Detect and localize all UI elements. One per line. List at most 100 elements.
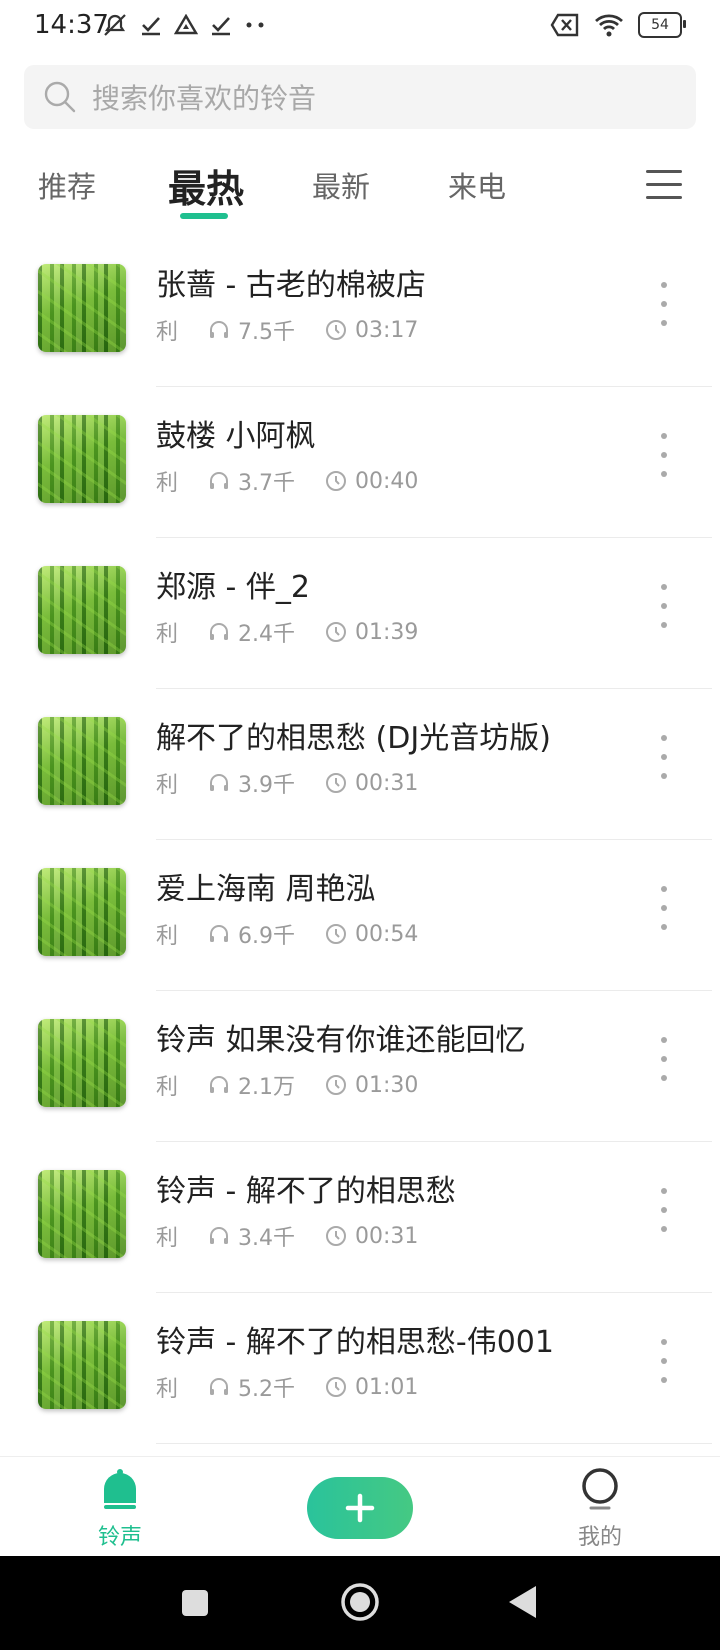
ringtone-tag: 利 xyxy=(156,1377,179,1402)
nav-mine[interactable]: 我的 xyxy=(550,1467,650,1551)
duration: 01:30 xyxy=(325,1073,418,1098)
ringtone-title: 铃声 - 解不了的相思愁 xyxy=(156,1174,456,1209)
duration-value: 00:40 xyxy=(355,468,419,494)
ringtone-tag: 利 xyxy=(156,1226,179,1251)
ringtone-cover xyxy=(38,1170,126,1258)
more-vertical-icon[interactable] xyxy=(658,886,670,930)
ringtone-cover xyxy=(38,1321,126,1409)
ringtone-title: 张蔷 - 古老的棉被店 xyxy=(156,268,426,303)
tab-newest[interactable]: 最新 xyxy=(312,164,370,206)
play-count: 2.1万 xyxy=(208,1069,295,1101)
ringtone-cover xyxy=(38,868,126,956)
ringtone-meta: 利 5.2千 01:01 xyxy=(156,1371,418,1403)
ringtone-item[interactable]: 解不了的相思愁 (DJ光音坊版) 利 3.9千 00:31 xyxy=(0,689,720,840)
ringtone-cover xyxy=(38,566,126,654)
clock-icon xyxy=(326,1226,347,1246)
headphones-icon xyxy=(210,1378,229,1395)
headphones-icon xyxy=(210,321,229,338)
ringtone-list: 张蔷 - 古老的棉被店利 7.5千 03:17 鼓楼 小阿枫利 3.7千 00:40 郑源 … xyxy=(0,236,720,1444)
more-vertical-icon[interactable] xyxy=(658,584,670,628)
clock-icon xyxy=(326,1377,347,1397)
ringtone-meta: 利 2.1万 01:30 xyxy=(156,1069,418,1101)
headphones-icon xyxy=(210,1076,229,1093)
ringtone-meta: 利 3.9千 00:31 xyxy=(156,767,418,799)
sim-off-icon xyxy=(550,13,579,37)
play-count: 7.5千 xyxy=(208,314,295,346)
ringtone-title: 郑源 - 伴_2 xyxy=(156,570,310,605)
play-count: 6.9千 xyxy=(208,918,295,950)
ringtone-item[interactable]: 铃声 - 解不了的相思愁利 3.4千 00:31 xyxy=(0,1142,720,1293)
drive-icon xyxy=(174,14,198,35)
duration: 01:01 xyxy=(325,1375,418,1400)
more-vertical-icon[interactable] xyxy=(658,282,670,326)
plus-icon xyxy=(345,1493,375,1523)
more-vertical-icon[interactable] xyxy=(658,1188,670,1232)
tab-incoming-call[interactable]: 来电 xyxy=(448,164,506,206)
ringtone-title: 铃声 如果没有你谁还能回忆 xyxy=(156,1023,526,1058)
bell-icon xyxy=(104,1469,136,1509)
ringtone-item[interactable]: 鼓楼 小阿枫利 3.7千 00:40 xyxy=(0,387,720,538)
nav-ringtone[interactable]: 铃声 xyxy=(70,1467,170,1551)
search-input[interactable]: 搜索你喜欢的铃音 xyxy=(24,65,696,129)
ringtone-cover xyxy=(38,415,126,503)
back-icon[interactable] xyxy=(506,1584,538,1620)
nav-mine-label: 我的 xyxy=(577,1525,622,1550)
more-vertical-icon[interactable] xyxy=(658,1339,670,1383)
home-icon[interactable] xyxy=(340,1582,380,1622)
ringtone-cover xyxy=(38,264,126,352)
ringtone-title: 鼓楼 小阿枫 xyxy=(156,419,316,454)
more-vertical-icon[interactable] xyxy=(658,433,670,477)
play-count: 3.4千 xyxy=(208,1220,295,1252)
wifi-icon xyxy=(595,14,623,37)
ringtone-meta: 利 2.4千 01:39 xyxy=(156,616,418,648)
category-tabs: 推荐 最热 最新 来电 xyxy=(0,150,720,230)
download-done-icon-2 xyxy=(212,17,230,36)
tab-recommended[interactable]: 推荐 xyxy=(38,164,96,206)
clock-icon xyxy=(326,773,347,793)
nav-ringtone-label: 铃声 xyxy=(97,1525,142,1550)
clock-icon xyxy=(326,471,347,491)
ringtone-item[interactable]: 铃声 如果没有你谁还能回忆利 2.1万 01:30 xyxy=(0,991,720,1142)
duration: 03:17 xyxy=(325,318,418,343)
ringtone-tag: 利 xyxy=(156,471,179,496)
battery-icon: 54 xyxy=(638,12,686,38)
play-count-value: 3.7千 xyxy=(238,471,296,496)
active-tab-indicator xyxy=(180,213,228,219)
duration-value: 01:01 xyxy=(355,1374,419,1400)
duration: 00:40 xyxy=(325,469,418,494)
clock-icon xyxy=(326,924,347,944)
clock-icon xyxy=(326,1075,347,1095)
ringtone-cover xyxy=(38,1019,126,1107)
play-count-value: 7.5千 xyxy=(238,320,296,345)
bottom-nav: 铃声 我的 xyxy=(0,1456,720,1557)
ringtone-tag: 利 xyxy=(156,924,179,949)
duration: 00:31 xyxy=(325,1224,418,1249)
duration-value: 01:39 xyxy=(355,619,419,645)
ringtone-item[interactable]: 爱上海南 周艳泓利 6.9千 00:54 xyxy=(0,840,720,991)
menu-icon[interactable] xyxy=(646,170,682,202)
recent-apps-icon[interactable] xyxy=(180,1588,210,1618)
ringtone-item[interactable]: 郑源 - 伴_2 利 2.4千 01:39 xyxy=(0,538,720,689)
clock-icon xyxy=(326,622,347,642)
download-done-icon xyxy=(142,17,160,36)
ringtone-tag: 利 xyxy=(156,622,179,647)
ringtone-item[interactable]: 铃声 - 解不了的相思愁-伟001 利 5.2千 01:01 xyxy=(0,1293,720,1444)
ringtone-meta: 利 6.9千 00:54 xyxy=(156,918,418,950)
search-icon xyxy=(44,81,76,113)
battery-level: 54 xyxy=(651,17,669,33)
notification-icons xyxy=(102,12,266,38)
duration-value: 01:30 xyxy=(355,1072,419,1098)
play-count-value: 2.1万 xyxy=(238,1075,296,1100)
tab-hottest[interactable]: 最热 xyxy=(168,158,244,213)
user-icon xyxy=(582,1468,618,1510)
duration: 00:31 xyxy=(325,771,418,796)
more-vertical-icon[interactable] xyxy=(658,1037,670,1081)
more-vertical-icon[interactable] xyxy=(658,735,670,779)
ringtone-cover xyxy=(38,717,126,805)
play-count-value: 6.9千 xyxy=(238,924,296,949)
ringtone-meta: 利 7.5千 03:17 xyxy=(156,314,418,346)
add-button[interactable] xyxy=(307,1477,413,1539)
ringtone-item[interactable]: 张蔷 - 古老的棉被店利 7.5千 03:17 xyxy=(0,236,720,387)
duration: 01:39 xyxy=(325,620,418,645)
ringtone-title: 解不了的相思愁 (DJ光音坊版) xyxy=(156,721,551,756)
